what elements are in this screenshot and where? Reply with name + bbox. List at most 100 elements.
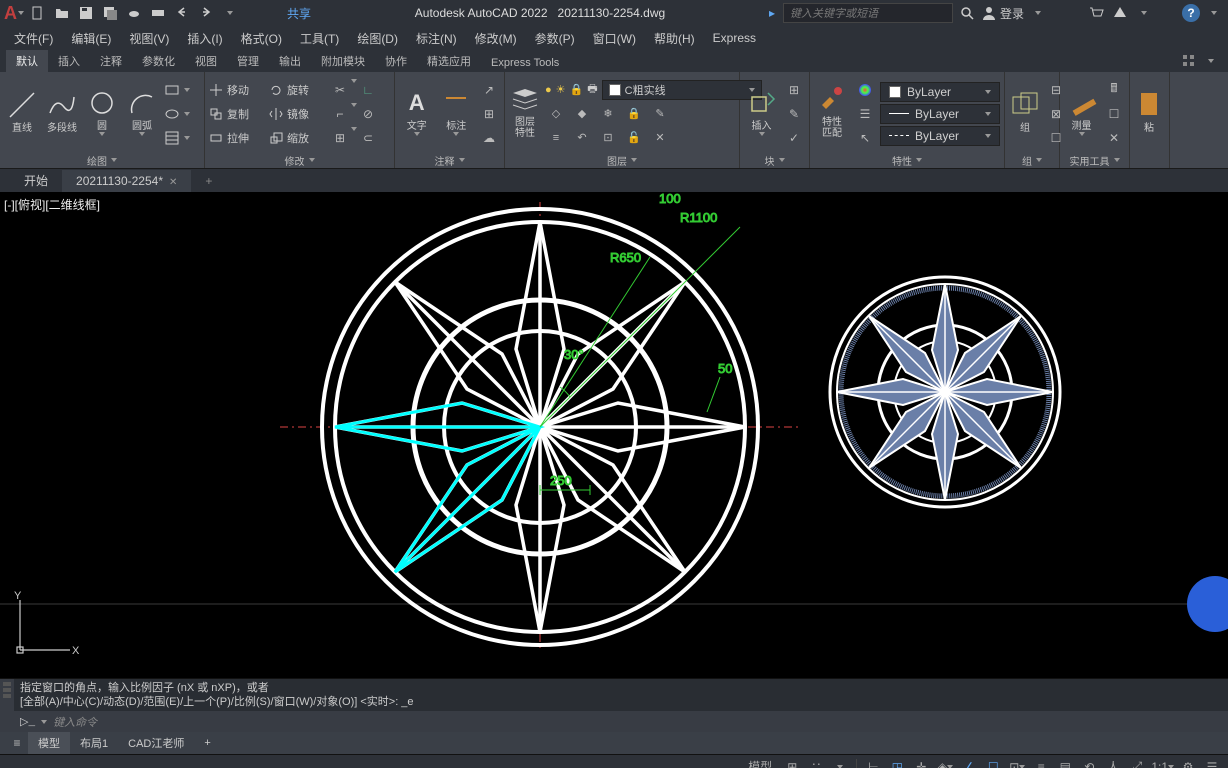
fillet-icon[interactable]: ⌐ [329,103,351,125]
dropdown-icon[interactable] [1134,3,1154,23]
menu-edit[interactable]: 编辑(E) [71,30,111,47]
color-dropdown[interactable]: ByLayer [880,82,1000,102]
tab-start[interactable]: 开始 [10,168,62,193]
layer-unlock-icon[interactable]: 🔓 [623,127,645,149]
insert-block-button[interactable]: 插入 [744,75,779,147]
rtab-view[interactable]: 视图 [185,50,227,72]
menu-window[interactable]: 窗口(W) [593,30,636,47]
login-dropdown-icon[interactable] [1028,3,1048,23]
status-anno-icon[interactable]: 人 [1103,757,1123,768]
annotate-panel-title[interactable]: 注释 [399,152,500,168]
stretch-button[interactable]: 拉伸 [209,127,269,149]
status-2dsnap-icon[interactable]: ⊡ [1007,757,1027,768]
layers-panel-title[interactable]: 图层 [509,152,735,168]
search-icon[interactable] [957,3,977,23]
save-icon[interactable] [76,3,96,23]
status-polar-icon[interactable]: ✛ [911,757,931,768]
menu-file[interactable]: 文件(F) [14,30,53,47]
menu-modify[interactable]: 修改(M) [475,30,517,47]
select-icon[interactable]: ↖ [854,127,876,149]
layer-match-icon[interactable]: ≡ [545,127,567,149]
status-annoscale-icon[interactable]: ⤢ [1127,757,1147,768]
util-panel-title[interactable]: 实用工具 [1064,152,1125,168]
rtab-collapse-icon[interactable] [1200,50,1222,72]
layer-freeze2-icon[interactable]: ❄ [597,103,619,125]
menu-draw[interactable]: 绘图(D) [357,30,398,47]
draw-panel-title[interactable]: 绘图 [4,152,200,168]
menu-tools[interactable]: 工具(T) [300,30,339,47]
layer-freeze-icon[interactable]: ☀ [556,83,566,96]
a360-icon[interactable] [1110,3,1130,23]
group-button[interactable]: 组 [1009,75,1041,147]
paste-button[interactable]: 粘 [1134,75,1164,147]
status-model[interactable]: 模型 [742,757,778,768]
menu-express[interactable]: Express [713,31,756,45]
login-button[interactable]: 登录 [981,3,1024,23]
rtab-manage[interactable]: 管理 [227,50,269,72]
status-more-icon[interactable] [830,757,850,768]
rtab-annotate[interactable]: 注释 [90,50,132,72]
status-infer-icon[interactable]: ⊢ [863,757,883,768]
point-icon[interactable]: ✕ [1103,127,1125,149]
move-button[interactable]: 移动 [209,79,269,101]
mirror-button[interactable]: 镜像 [269,103,329,125]
block-panel-title[interactable]: 块 [744,152,805,168]
layer-lock2-icon[interactable]: 🔒 [623,103,645,125]
explode-icon[interactable]: ⊘ [357,103,379,125]
layer-prev-icon[interactable]: ↶ [571,127,593,149]
block-create-icon[interactable]: ⊞ [783,79,805,101]
cmd-input[interactable]: ▷_ 键入命令 [14,711,1228,732]
menu-help[interactable]: 帮助(H) [654,30,695,47]
block-attr-icon[interactable]: ✓ [783,127,805,149]
status-osnap-icon[interactable]: ∠ [959,757,979,768]
hatch-icon[interactable] [164,127,190,149]
block-edit-icon[interactable]: ✎ [783,103,805,125]
status-snap-icon[interactable]: ∷ [806,757,826,768]
tab-file[interactable]: 20211130-2254*✕ [62,170,191,192]
group-panel-title[interactable]: 组 [1009,152,1055,168]
undo-icon[interactable] [172,3,192,23]
array-icon[interactable]: ⊞ [329,127,351,149]
select-sim-icon[interactable]: ☐ [1103,103,1125,125]
tab-close-icon[interactable]: ✕ [169,177,177,188]
rtab-output[interactable]: 输出 [269,50,311,72]
status-scale[interactable]: 1:1 [1151,757,1174,768]
layer-states-icon[interactable]: ⊡ [597,127,619,149]
arrow-down-icon[interactable] [220,3,240,23]
saveas-icon[interactable] [100,3,120,23]
menu-view[interactable]: 视图(V) [129,30,169,47]
status-custom-icon[interactable]: ☰ [1202,757,1222,768]
table-icon[interactable]: ⊞ [478,103,500,125]
copy-button[interactable]: 复制 [209,103,269,125]
app-logo[interactable]: A [4,3,24,23]
rtab-default[interactable]: 默认 [6,50,48,72]
rtab-featured[interactable]: 精选应用 [417,50,481,72]
layout-menu-icon[interactable]: ≡ [6,732,28,754]
modify-panel-title[interactable]: 修改 [209,152,390,168]
rtab-insert[interactable]: 插入 [48,50,90,72]
leader-icon[interactable]: ↗ [478,79,500,101]
layer-del-icon[interactable]: ✕ [649,127,671,149]
rtab-addins[interactable]: 附加模块 [311,50,375,72]
cloud-icon[interactable] [124,3,144,23]
menu-param[interactable]: 参数(P) [535,30,575,47]
properties-panel-title[interactable]: 特性 [814,152,1000,168]
ltab-add[interactable]: + [194,734,220,752]
rtab-apps-icon[interactable] [1178,50,1200,72]
line-button[interactable]: 直线 [4,75,40,147]
status-lwt-icon[interactable]: ≡ [1031,757,1051,768]
circle-button[interactable]: 圆 [84,75,120,147]
layer-on-icon[interactable]: ● [545,84,552,96]
tab-add[interactable]: + [191,170,226,192]
erase-icon[interactable]: ⊂ [357,127,379,149]
share-icon[interactable]: 共享 [268,3,311,23]
status-grid-icon[interactable]: ⊞ [782,757,802,768]
status-cycle-icon[interactable]: ⟲ [1079,757,1099,768]
rtab-parametric[interactable]: 参数化 [132,50,185,72]
arc-button[interactable]: 圆弧 [124,75,160,147]
trim-icon[interactable]: ✂ [329,79,351,101]
layer-plot-icon[interactable]: 🖶 [587,80,597,99]
search-input[interactable]: 键入关键字或短语 [783,3,953,23]
cmd-grip-icon[interactable] [0,679,14,732]
prop-sheet-icon[interactable]: ☰ [854,103,876,125]
